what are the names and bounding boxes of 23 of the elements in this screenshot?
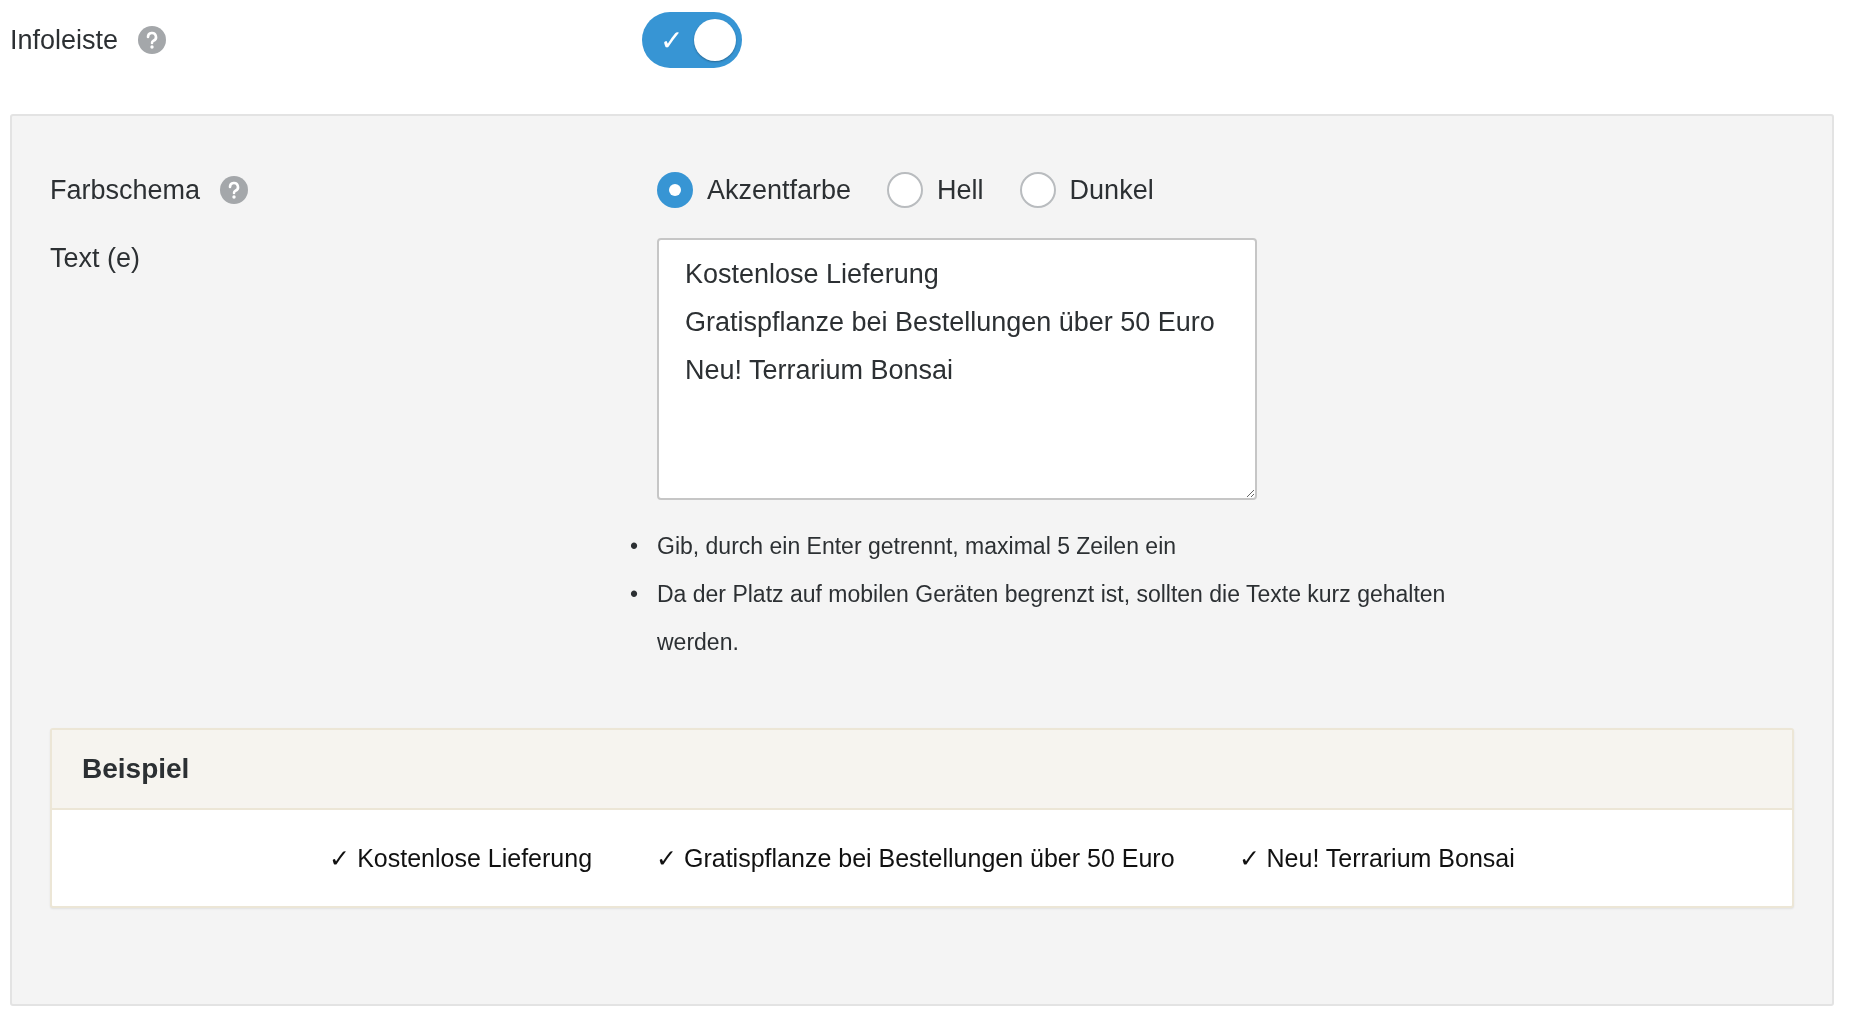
radio-icon[interactable] bbox=[1019, 172, 1056, 208]
bullet-mark: • bbox=[630, 580, 640, 609]
text-area[interactable]: Kostenlose Lieferung Gratispflanze bei Bestellungen über 50 Euro Neu! Terrarium Bonsai bbox=[657, 238, 1257, 500]
info-bar-item: ✓ Kostenlose Lieferung bbox=[329, 843, 593, 873]
radio-label: Hell bbox=[937, 174, 984, 206]
radio-label: Dunkel bbox=[1069, 174, 1154, 206]
card-title: Beispiel bbox=[82, 753, 190, 785]
info-bar-item: ✓ Neu! Terrarium Bonsai bbox=[1238, 843, 1515, 873]
radio-option[interactable]: Hell bbox=[887, 172, 984, 208]
radio-option[interactable]: Dunkel bbox=[1019, 172, 1154, 208]
hint-text: Gib, durch ein Enter getrennt, maximal 5 Zeilen ein bbox=[657, 532, 1178, 561]
help-icon[interactable] bbox=[220, 176, 249, 204]
help-icon[interactable] bbox=[138, 26, 167, 54]
bullet-mark: • bbox=[630, 532, 640, 561]
radio-label: Akzentfarbe bbox=[707, 174, 852, 206]
field-label: Infoleiste bbox=[10, 24, 119, 56]
field-label: Farbschema bbox=[50, 174, 201, 206]
info-bar-item: ✓ Gratispflanze bei Bestellungen über 50 Euro bbox=[656, 843, 1175, 873]
radio-option[interactable]: Akzentfarbe bbox=[657, 172, 852, 208]
field-label: Text (e) bbox=[50, 242, 141, 274]
radio-icon[interactable] bbox=[657, 172, 693, 208]
hint-text: Da der Platz auf mobilen Geräten begrenzt ist, sollten die Texte kurz gehalten werden. bbox=[657, 580, 1447, 657]
radio-icon[interactable] bbox=[887, 172, 924, 208]
